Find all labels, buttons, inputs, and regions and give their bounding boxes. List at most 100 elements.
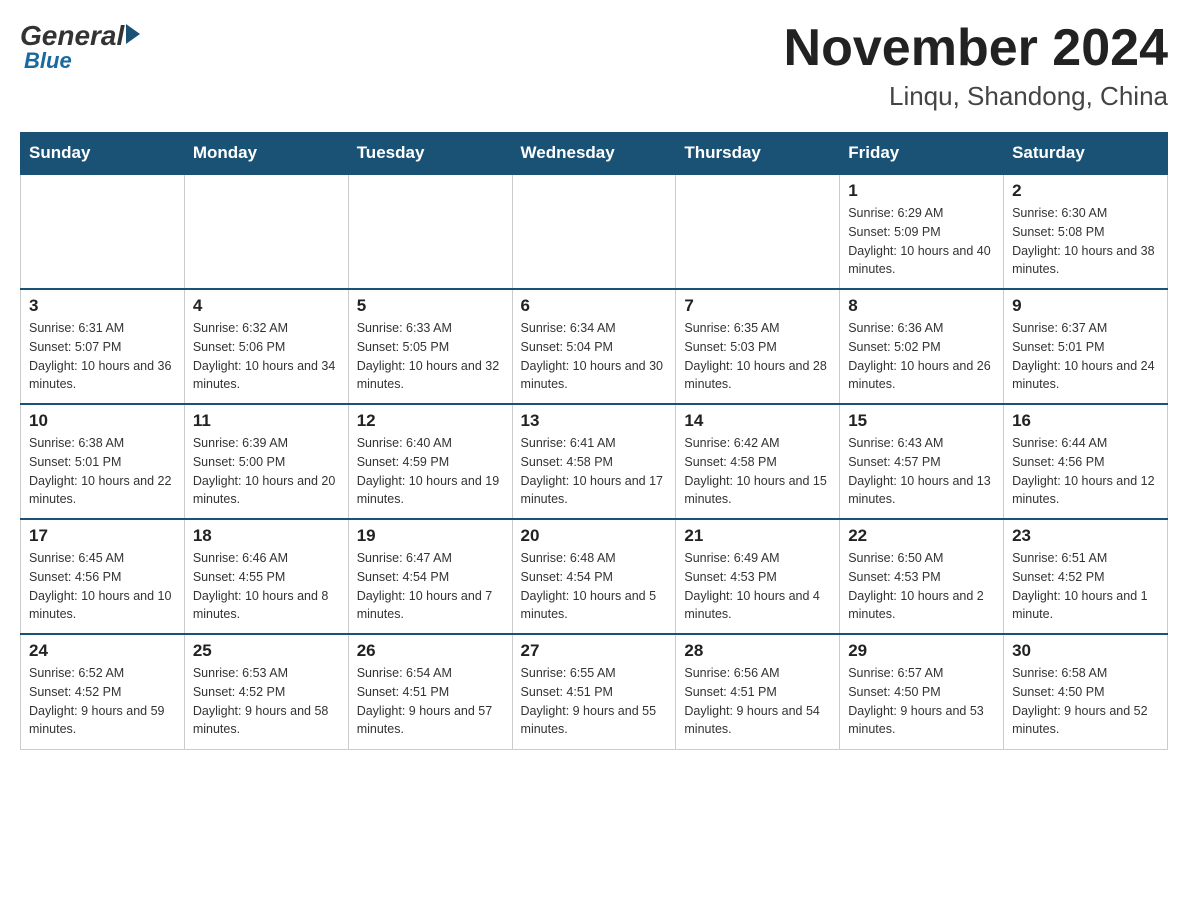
- day-info: Sunrise: 6:29 AMSunset: 5:09 PMDaylight:…: [848, 204, 995, 279]
- day-number: 6: [521, 296, 668, 316]
- calendar-cell: 29 Sunrise: 6:57 AMSunset: 4:50 PMDayligh…: [840, 634, 1004, 749]
- day-info: Sunrise: 6:58 AMSunset: 4:50 PMDaylight:…: [1012, 664, 1159, 739]
- calendar-cell: [512, 174, 676, 289]
- calendar-table: Sunday Monday Tuesday Wednesday Thursday…: [20, 132, 1168, 750]
- day-info: Sunrise: 6:42 AMSunset: 4:58 PMDaylight:…: [684, 434, 831, 509]
- day-number: 26: [357, 641, 504, 661]
- day-info: Sunrise: 6:56 AMSunset: 4:51 PMDaylight:…: [684, 664, 831, 739]
- day-number: 12: [357, 411, 504, 431]
- day-info: Sunrise: 6:55 AMSunset: 4:51 PMDaylight:…: [521, 664, 668, 739]
- day-number: 8: [848, 296, 995, 316]
- day-number: 11: [193, 411, 340, 431]
- calendar-cell: [676, 174, 840, 289]
- day-number: 18: [193, 526, 340, 546]
- logo-arrow-icon: [126, 24, 140, 44]
- header-wednesday: Wednesday: [512, 133, 676, 175]
- day-number: 7: [684, 296, 831, 316]
- day-number: 24: [29, 641, 176, 661]
- day-number: 5: [357, 296, 504, 316]
- day-info: Sunrise: 6:44 AMSunset: 4:56 PMDaylight:…: [1012, 434, 1159, 509]
- day-number: 9: [1012, 296, 1159, 316]
- calendar-cell: 9 Sunrise: 6:37 AMSunset: 5:01 PMDaylight…: [1004, 289, 1168, 404]
- day-number: 29: [848, 641, 995, 661]
- day-info: Sunrise: 6:35 AMSunset: 5:03 PMDaylight:…: [684, 319, 831, 394]
- calendar-cell: 21 Sunrise: 6:49 AMSunset: 4:53 PMDayligh…: [676, 519, 840, 634]
- day-info: Sunrise: 6:50 AMSunset: 4:53 PMDaylight:…: [848, 549, 995, 624]
- day-number: 21: [684, 526, 831, 546]
- day-number: 3: [29, 296, 176, 316]
- day-info: Sunrise: 6:33 AMSunset: 5:05 PMDaylight:…: [357, 319, 504, 394]
- day-number: 14: [684, 411, 831, 431]
- day-number: 16: [1012, 411, 1159, 431]
- calendar-cell: 12 Sunrise: 6:40 AMSunset: 4:59 PMDayligh…: [348, 404, 512, 519]
- day-info: Sunrise: 6:40 AMSunset: 4:59 PMDaylight:…: [357, 434, 504, 509]
- calendar-cell: 23Sunrise: 6:51 AMSunset: 4:52 PMDayligh…: [1004, 519, 1168, 634]
- day-info: Sunrise: 6:43 AMSunset: 4:57 PMDaylight:…: [848, 434, 995, 509]
- calendar-cell: 19 Sunrise: 6:47 AMSunset: 4:54 PMDayligh…: [348, 519, 512, 634]
- day-info: Sunrise: 6:52 AMSunset: 4:52 PMDaylight:…: [29, 664, 176, 739]
- calendar-cell: 20 Sunrise: 6:48 AMSunset: 4:54 PMDayligh…: [512, 519, 676, 634]
- day-info: Sunrise: 6:36 AMSunset: 5:02 PMDaylight:…: [848, 319, 995, 394]
- month-title: November 2024: [784, 20, 1168, 77]
- day-info: Sunrise: 6:37 AMSunset: 5:01 PMDaylight:…: [1012, 319, 1159, 394]
- calendar-cell: 2Sunrise: 6:30 AMSunset: 5:08 PMDaylight…: [1004, 174, 1168, 289]
- calendar-cell: [21, 174, 185, 289]
- header-monday: Monday: [184, 133, 348, 175]
- day-info: Sunrise: 6:46 AMSunset: 4:55 PMDaylight:…: [193, 549, 340, 624]
- calendar-cell: 22 Sunrise: 6:50 AMSunset: 4:53 PMDayligh…: [840, 519, 1004, 634]
- day-number: 4: [193, 296, 340, 316]
- logo: General Blue: [20, 20, 140, 74]
- day-info: Sunrise: 6:45 AMSunset: 4:56 PMDaylight:…: [29, 549, 176, 624]
- calendar-cell: 30Sunrise: 6:58 AMSunset: 4:50 PMDayligh…: [1004, 634, 1168, 749]
- week-row-4: 17 Sunrise: 6:45 AMSunset: 4:56 PMDayligh…: [21, 519, 1168, 634]
- header-saturday: Saturday: [1004, 133, 1168, 175]
- day-info: Sunrise: 6:30 AMSunset: 5:08 PMDaylight:…: [1012, 204, 1159, 279]
- calendar-cell: 24 Sunrise: 6:52 AMSunset: 4:52 PMDayligh…: [21, 634, 185, 749]
- day-info: Sunrise: 6:39 AMSunset: 5:00 PMDaylight:…: [193, 434, 340, 509]
- title-area: November 2024 Linqu, Shandong, China: [784, 20, 1168, 112]
- week-row-3: 10Sunrise: 6:38 AMSunset: 5:01 PMDayligh…: [21, 404, 1168, 519]
- calendar-cell: 4Sunrise: 6:32 AMSunset: 5:06 PMDaylight…: [184, 289, 348, 404]
- logo-blue-text: Blue: [24, 48, 72, 74]
- day-number: 25: [193, 641, 340, 661]
- calendar-cell: 13Sunrise: 6:41 AMSunset: 4:58 PMDayligh…: [512, 404, 676, 519]
- calendar-cell: 11 Sunrise: 6:39 AMSunset: 5:00 PMDayligh…: [184, 404, 348, 519]
- day-info: Sunrise: 6:31 AMSunset: 5:07 PMDaylight:…: [29, 319, 176, 394]
- calendar-cell: 14 Sunrise: 6:42 AMSunset: 4:58 PMDayligh…: [676, 404, 840, 519]
- header-friday: Friday: [840, 133, 1004, 175]
- calendar-cell: 25 Sunrise: 6:53 AMSunset: 4:52 PMDayligh…: [184, 634, 348, 749]
- day-info: Sunrise: 6:47 AMSunset: 4:54 PMDaylight:…: [357, 549, 504, 624]
- day-info: Sunrise: 6:57 AMSunset: 4:50 PMDaylight:…: [848, 664, 995, 739]
- day-info: Sunrise: 6:48 AMSunset: 4:54 PMDaylight:…: [521, 549, 668, 624]
- header-tuesday: Tuesday: [348, 133, 512, 175]
- calendar-cell: 26Sunrise: 6:54 AMSunset: 4:51 PMDayligh…: [348, 634, 512, 749]
- calendar-cell: 16 Sunrise: 6:44 AMSunset: 4:56 PMDayligh…: [1004, 404, 1168, 519]
- day-info: Sunrise: 6:41 AMSunset: 4:58 PMDaylight:…: [521, 434, 668, 509]
- day-info: Sunrise: 6:53 AMSunset: 4:52 PMDaylight:…: [193, 664, 340, 739]
- calendar-cell: 28 Sunrise: 6:56 AMSunset: 4:51 PMDayligh…: [676, 634, 840, 749]
- header: General Blue November 2024 Linqu, Shando…: [20, 20, 1168, 112]
- location-title: Linqu, Shandong, China: [784, 81, 1168, 112]
- day-info: Sunrise: 6:49 AMSunset: 4:53 PMDaylight:…: [684, 549, 831, 624]
- day-number: 17: [29, 526, 176, 546]
- day-number: 20: [521, 526, 668, 546]
- calendar-cell: 8 Sunrise: 6:36 AMSunset: 5:02 PMDaylight…: [840, 289, 1004, 404]
- calendar-cell: 5 Sunrise: 6:33 AMSunset: 5:05 PMDaylight…: [348, 289, 512, 404]
- day-number: 28: [684, 641, 831, 661]
- day-number: 22: [848, 526, 995, 546]
- day-number: 15: [848, 411, 995, 431]
- day-number: 19: [357, 526, 504, 546]
- day-info: Sunrise: 6:38 AMSunset: 5:01 PMDaylight:…: [29, 434, 176, 509]
- calendar-cell: 18 Sunrise: 6:46 AMSunset: 4:55 PMDayligh…: [184, 519, 348, 634]
- calendar-cell: 10Sunrise: 6:38 AMSunset: 5:01 PMDayligh…: [21, 404, 185, 519]
- day-info: Sunrise: 6:51 AMSunset: 4:52 PMDaylight:…: [1012, 549, 1159, 624]
- calendar-cell: 7 Sunrise: 6:35 AMSunset: 5:03 PMDaylight…: [676, 289, 840, 404]
- day-number: 27: [521, 641, 668, 661]
- header-thursday: Thursday: [676, 133, 840, 175]
- week-row-5: 24 Sunrise: 6:52 AMSunset: 4:52 PMDayligh…: [21, 634, 1168, 749]
- calendar-cell: 15 Sunrise: 6:43 AMSunset: 4:57 PMDayligh…: [840, 404, 1004, 519]
- week-row-1: 1Sunrise: 6:29 AMSunset: 5:09 PMDaylight…: [21, 174, 1168, 289]
- calendar-cell: [348, 174, 512, 289]
- day-info: Sunrise: 6:34 AMSunset: 5:04 PMDaylight:…: [521, 319, 668, 394]
- calendar-cell: 17 Sunrise: 6:45 AMSunset: 4:56 PMDayligh…: [21, 519, 185, 634]
